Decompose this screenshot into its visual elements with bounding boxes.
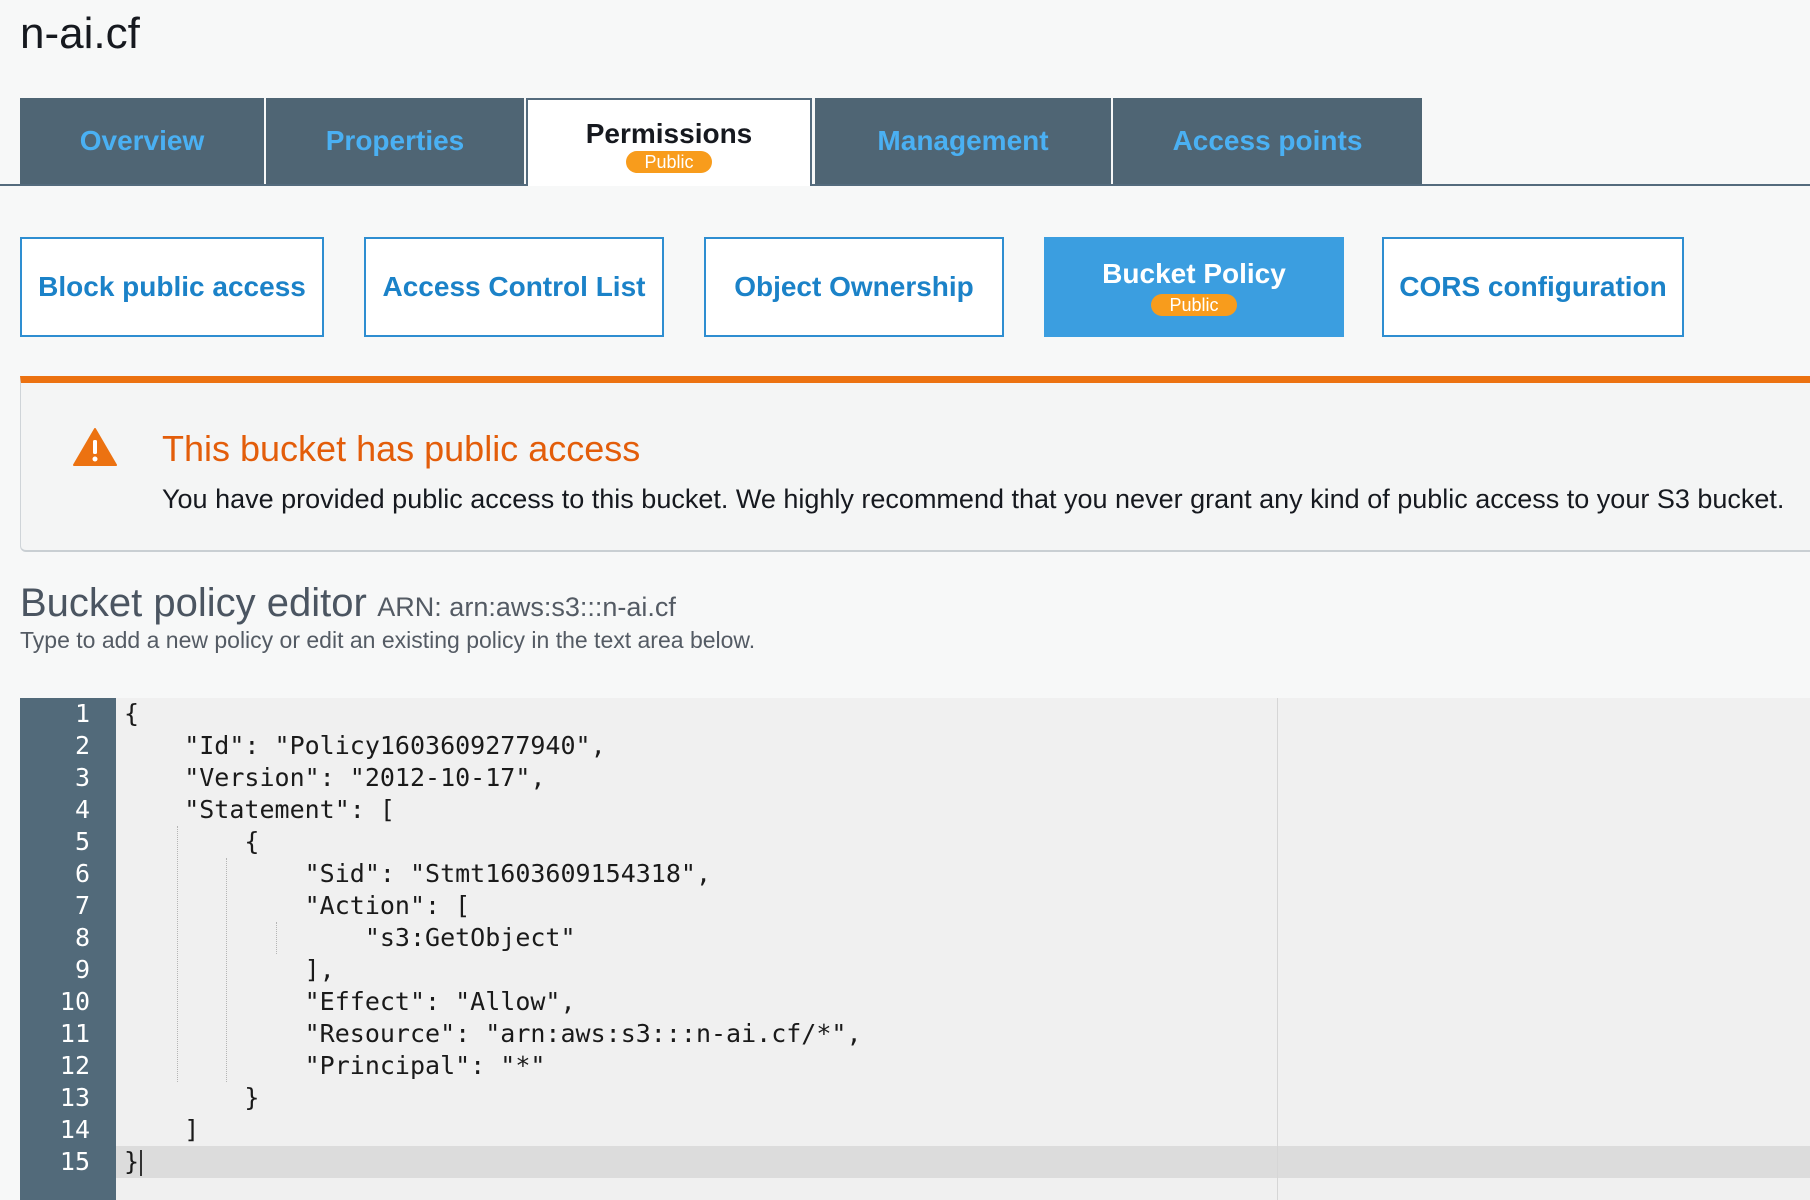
line-number: 4 — [74, 795, 90, 824]
tab-management[interactable]: Management — [815, 98, 1111, 184]
subtab-label: CORS configuration — [1399, 271, 1667, 302]
code-line[interactable]: { — [124, 826, 259, 858]
alert-title: This bucket has public access — [162, 428, 641, 469]
tab-label: Access points — [1172, 125, 1363, 156]
text-cursor — [140, 1150, 142, 1176]
code-line[interactable]: "Version": "2012-10-17", — [124, 762, 545, 794]
subtab-label: Bucket Policy — [1102, 258, 1286, 289]
line-number: 11 — [59, 1019, 90, 1048]
policy-code-editor[interactable]: 1 2 3 4 5 6 7 8 9 10 11 12 13 14 15 { "Id": "Policy160… — [20, 698, 1810, 1200]
line-number: 3 — [74, 763, 90, 792]
code-line[interactable]: "Effect": "Allow", — [124, 986, 576, 1018]
editor-subtitle: Type to add a new policy or edit an exis… — [20, 627, 756, 653]
indent-guide — [177, 826, 178, 1082]
code-line[interactable]: "Action": [ — [124, 890, 471, 922]
subtab-label: Object Ownership — [734, 271, 974, 302]
line-number: 9 — [74, 955, 90, 984]
subtab-label: Block public access — [38, 271, 306, 302]
indent-guide — [276, 922, 277, 954]
code-line[interactable]: ] — [124, 1114, 199, 1146]
subtab-object-ownership[interactable]: Object Ownership — [704, 237, 1004, 337]
line-number: 8 — [74, 923, 90, 952]
tab-permissions[interactable]: Permissions Public — [526, 98, 812, 186]
tab-label: Management — [877, 125, 1049, 156]
bucket-title: n-ai.cf — [20, 9, 140, 58]
main-tab-bar: Overview Properties Permissions Public M… — [0, 98, 1810, 186]
subtab-bucket-policy[interactable]: Bucket Policy Public — [1044, 237, 1344, 337]
code-line[interactable]: } — [124, 1146, 139, 1178]
subtab-access-control-list[interactable]: Access Control List — [364, 237, 664, 337]
code-line[interactable]: ], — [124, 954, 335, 986]
line-number-gutter: 1 2 3 4 5 6 7 8 9 10 11 12 13 14 15 — [20, 698, 116, 1200]
code-line[interactable]: { — [124, 698, 139, 730]
line-number: 2 — [74, 731, 90, 760]
tab-properties[interactable]: Properties — [266, 98, 524, 184]
code-line[interactable]: "Statement": [ — [124, 794, 395, 826]
tab-overview[interactable]: Overview — [20, 98, 264, 184]
tab-label: Permissions — [585, 117, 753, 149]
code-line[interactable]: "Sid": "Stmt1603609154318", — [124, 858, 711, 890]
warning-icon — [73, 428, 117, 466]
line-number: 13 — [59, 1083, 90, 1112]
line-number: 10 — [59, 987, 90, 1016]
line-number: 15 — [59, 1147, 90, 1176]
public-badge: Public — [1151, 294, 1237, 316]
editor-title: Bucket policy editor — [20, 581, 367, 625]
code-line[interactable]: "Resource": "arn:aws:s3:::n-ai.cf/*", — [124, 1018, 862, 1050]
bucket-arn: ARN: arn:aws:s3:::n-ai.cf — [377, 592, 676, 622]
public-access-alert: This bucket has public access You have p… — [20, 376, 1810, 552]
line-number: 7 — [74, 891, 90, 920]
code-line[interactable]: } — [124, 1082, 259, 1114]
subtab-label: Access Control List — [382, 271, 646, 302]
indent-guide — [226, 858, 227, 1082]
tab-label: Properties — [325, 125, 465, 156]
alert-message: You have provided public access to this … — [162, 484, 1785, 514]
print-margin — [1277, 698, 1278, 1200]
subtab-block-public-access[interactable]: Block public access — [20, 237, 324, 337]
code-line[interactable]: "Principal": "*" — [124, 1050, 546, 1082]
line-number: 14 — [59, 1115, 90, 1144]
line-number: 6 — [74, 859, 90, 888]
subtab-cors-configuration[interactable]: CORS configuration — [1382, 237, 1684, 337]
tab-label: Overview — [79, 125, 205, 156]
line-number: 1 — [74, 699, 90, 728]
tab-access-points[interactable]: Access points — [1113, 98, 1422, 184]
line-number: 5 — [74, 827, 90, 856]
code-line[interactable]: "s3:GetObject" — [124, 922, 576, 954]
active-line-highlight — [116, 1146, 1810, 1178]
tab-bar-baseline — [0, 184, 1810, 186]
code-line[interactable]: "Id": "Policy1603609277940", — [124, 730, 605, 762]
line-number: 12 — [59, 1051, 90, 1080]
public-badge: Public — [626, 150, 712, 173]
